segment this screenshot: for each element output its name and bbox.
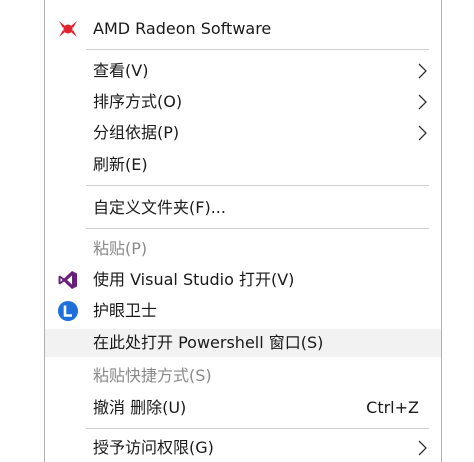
context-menu: AMD Radeon Software 查看(V) 排序方式(O) 分组依据(P… [44,0,442,462]
menu-separator [86,228,429,229]
menu-item-paste: 粘贴(P) [45,235,441,263]
menu-item-label: 授予访问权限(G) [93,438,214,457]
menu-item-label: 粘贴快捷方式(S) [93,366,212,385]
menu-item-amd-radeon-software[interactable]: AMD Radeon Software [45,15,441,43]
menu-item-label: 粘贴(P) [93,239,148,258]
amd-radeon-icon [57,18,79,40]
menu-item-label: 查看(V) [93,61,149,80]
menu-item-label: 护眼卫士 [93,301,158,320]
menu-separator [86,49,429,50]
menu-item-group-by[interactable]: 分组依据(P) [45,119,441,147]
menu-item-view[interactable]: 查看(V) [45,57,441,85]
chevron-right-icon [415,124,429,142]
menu-item-refresh[interactable]: 刷新(E) [45,151,441,179]
menu-item-label: 自定义文件夹(F)... [93,198,226,217]
menu-item-paste-shortcut: 粘贴快捷方式(S) [45,362,441,390]
chevron-right-icon [415,62,429,80]
menu-item-label: 撤消 删除(U) [93,398,187,417]
shortcut-text: Ctrl+Z [366,398,419,417]
menu-item-label: 分组依据(P) [93,123,180,142]
chevron-right-icon [415,93,429,111]
menu-item-open-with-visual-studio[interactable]: 使用 Visual Studio 打开(V) [45,266,441,294]
menu-item-label: 在此处打开 Powershell 窗口(S) [93,333,324,352]
menu-item-customize-folder[interactable]: 自定义文件夹(F)... [45,194,441,222]
menu-item-eye-guard[interactable]: 护眼卫士 [45,297,441,325]
menu-item-label: 排序方式(O) [93,92,183,111]
menu-item-give-access-to[interactable]: 授予访问权限(G) [45,434,441,462]
menu-separator [86,185,429,186]
menu-item-label: 使用 Visual Studio 打开(V) [93,270,295,289]
menu-item-label: AMD Radeon Software [93,19,272,38]
menu-item-sort-by[interactable]: 排序方式(O) [45,88,441,116]
menu-item-undo-delete[interactable]: 撤消 删除(U) Ctrl+Z [45,394,441,422]
menu-separator [86,428,429,429]
chevron-right-icon [415,439,429,457]
menu-item-label: 刷新(E) [93,155,148,174]
visual-studio-icon [57,269,79,291]
menu-item-open-powershell-here[interactable]: 在此处打开 Powershell 窗口(S) [45,329,441,357]
eye-guard-icon [57,300,79,322]
